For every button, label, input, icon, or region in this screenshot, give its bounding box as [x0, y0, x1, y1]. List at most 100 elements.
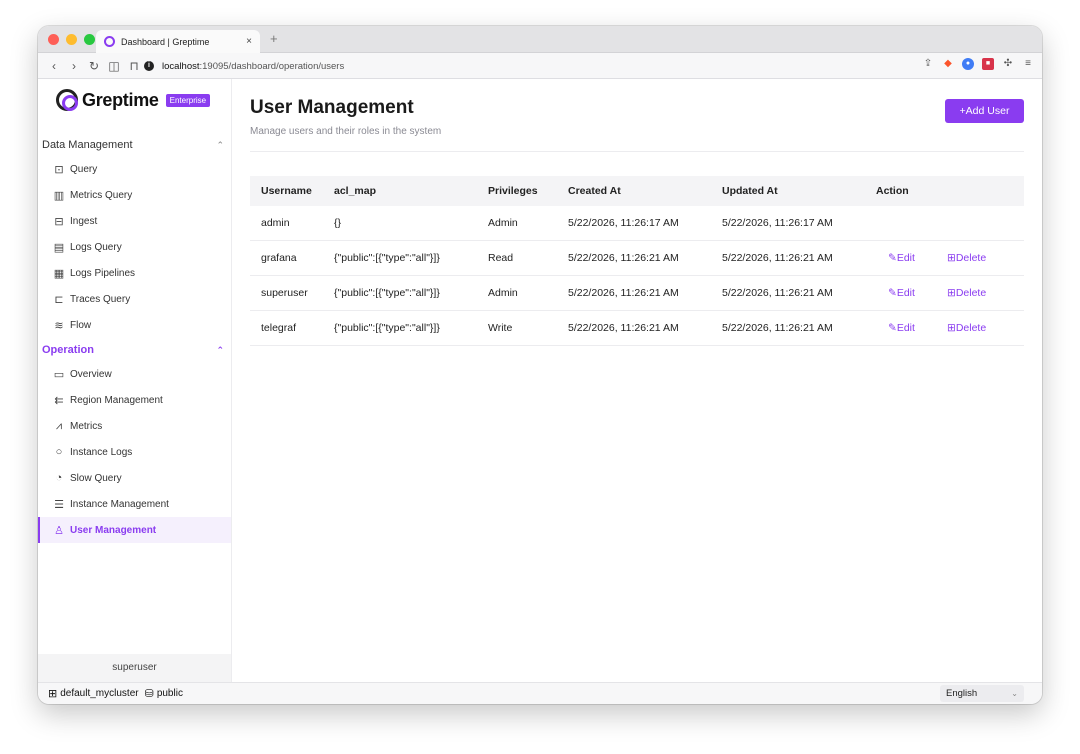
greptime-logo[interactable]: Greptime Enterprise: [56, 89, 211, 111]
sidebar: Greptime Enterprise Data Management ⌃ ⊡ …: [38, 79, 232, 682]
search-icon: ○: [55, 446, 63, 458]
tab-close-icon[interactable]: ×: [246, 36, 252, 47]
cell-action: ✎Edit ⊞Delete: [876, 322, 1024, 334]
cell-acl-map: {"public":[{"type":"all"}]}: [334, 252, 440, 264]
sidebar-item-label: User Management: [70, 524, 157, 536]
cell-privileges: Read: [488, 252, 514, 264]
sidebar-item-label: Instance Logs: [70, 446, 133, 458]
greptime-logo-icon: [56, 89, 78, 111]
window-controls: [48, 34, 95, 45]
query-icon: ⊡: [54, 163, 64, 176]
server-icon: ☰: [54, 498, 64, 511]
chevron-down-icon: ⌄: [1011, 689, 1018, 698]
delete-button[interactable]: ⊞Delete: [947, 252, 986, 264]
cell-username: superuser: [261, 287, 308, 299]
cell-acl-map: {"public":[{"type":"all"}]}: [334, 287, 440, 299]
url-path: :19095/dashboard/operation/users: [199, 60, 345, 72]
section-data-management[interactable]: Data Management ⌃: [42, 135, 228, 155]
add-user-button[interactable]: +Add User: [945, 99, 1024, 123]
sidebar-item-label: Ingest: [70, 215, 98, 227]
sidebar-item-label: Logs Query: [70, 241, 122, 253]
metrics-query-icon: ▥: [53, 189, 65, 202]
section-operation[interactable]: Operation ⌃: [42, 340, 228, 360]
cluster-selector[interactable]: ⊞ default_mycluster: [48, 687, 139, 700]
cell-username: admin: [261, 217, 290, 229]
cell-acl-map: {"public":[{"type":"all"}]}: [334, 322, 440, 334]
main-content: User Management Manage users and their r…: [250, 79, 1026, 682]
current-user[interactable]: superuser: [38, 654, 231, 682]
delete-button[interactable]: ⊞Delete: [947, 322, 986, 334]
user-icon: ♙: [54, 524, 64, 537]
sidebar-item-query[interactable]: ⊡ Query: [38, 156, 231, 182]
sidebar-item-instance-logs[interactable]: ○ Instance Logs: [38, 439, 231, 465]
edit-button[interactable]: ✎Edit: [888, 322, 946, 334]
toolbar-actions: ⇪ ◆ ● ■ ✣ ≡: [922, 58, 1034, 70]
cell-updated-at: 5/22/2026, 11:26:21 AM: [722, 322, 833, 334]
trash-icon: ⊞: [947, 287, 956, 299]
close-window-button[interactable]: [48, 34, 59, 45]
sidebar-item-label: Region Management: [70, 394, 163, 406]
minimize-window-button[interactable]: [66, 34, 77, 45]
forward-icon[interactable]: ›: [66, 59, 82, 73]
sidebar-item-user-management[interactable]: ♙ User Management: [38, 517, 231, 543]
share-icon[interactable]: ⇪: [922, 58, 934, 70]
extension-password-icon[interactable]: ●: [962, 58, 974, 70]
edit-button[interactable]: ✎Edit: [888, 252, 946, 264]
cell-privileges: Admin: [488, 287, 518, 299]
edit-button[interactable]: ✎Edit: [888, 287, 946, 299]
language-select[interactable]: English ⌄: [940, 685, 1024, 702]
sidebar-item-label: Logs Pipelines: [70, 267, 136, 279]
sidebar-item-label: Query: [70, 163, 98, 175]
sidebar-item-metrics-query[interactable]: ▥ Metrics Query: [38, 182, 231, 208]
menu-icon[interactable]: ≡: [1022, 58, 1034, 70]
cell-action: ✎Edit ⊞Delete: [876, 252, 1024, 264]
address-bar[interactable]: i localhost:19095/dashboard/operation/us…: [144, 57, 914, 75]
sidebar-item-traces-query[interactable]: ⊏ Traces Query: [38, 286, 231, 312]
sidebar-item-logs-pipelines[interactable]: ▦ Logs Pipelines: [38, 260, 231, 286]
maximize-window-button[interactable]: [84, 34, 95, 45]
sidebar-item-label: Instance Management: [70, 498, 169, 510]
back-icon[interactable]: ‹: [46, 59, 62, 73]
browser-tab[interactable]: Dashboard | Greptime ×: [96, 30, 260, 53]
cell-updated-at: 5/22/2026, 11:26:21 AM: [722, 252, 833, 264]
sidebar-item-region-management[interactable]: ⇇ Region Management: [38, 387, 231, 413]
table-row: superuser {"public":[{"type":"all"}]} Ad…: [250, 276, 1024, 311]
sidebar-item-ingest[interactable]: ⊟ Ingest: [38, 208, 231, 234]
brave-shield-icon[interactable]: ◆: [942, 58, 954, 70]
browser-window: Dashboard | Greptime × + ‹ › ↻ ◫ ⊓ i loc…: [38, 26, 1042, 704]
column-header-created-at: Created At: [568, 185, 621, 197]
delete-button[interactable]: ⊞Delete: [947, 287, 986, 299]
sidebar-item-instance-management[interactable]: ☰ Instance Management: [38, 491, 231, 517]
page-subtitle: Manage users and their roles in the syst…: [250, 126, 442, 137]
sidebar-item-slow-query[interactable]: ◔ Slow Query: [38, 465, 231, 491]
logs-query-icon: ▤: [53, 241, 65, 254]
sidebar-item-metrics[interactable]: ⩘ Metrics: [38, 413, 231, 439]
cell-updated-at: 5/22/2026, 11:26:21 AM: [722, 287, 833, 299]
cluster-name: default_mycluster: [60, 688, 139, 699]
sidebar-item-overview[interactable]: ▭ Overview: [38, 361, 231, 387]
pipelines-icon: ▦: [53, 267, 65, 280]
new-tab-button[interactable]: +: [270, 31, 278, 46]
table-header: Username acl_map Privileges Created At U…: [250, 176, 1024, 206]
chevron-up-icon: ⌃: [216, 139, 224, 150]
extensions-puzzle-icon[interactable]: ✣: [1002, 58, 1014, 70]
site-info-icon[interactable]: i: [144, 61, 154, 71]
section-label: Operation: [42, 344, 94, 356]
monitor-icon: ▭: [53, 368, 65, 381]
reload-icon[interactable]: ↻: [86, 59, 102, 73]
bookmark-icon[interactable]: ⊓: [126, 59, 142, 73]
section-label: Data Management: [42, 139, 133, 151]
database-icon: ⛁: [144, 688, 154, 700]
sidebar-item-flow[interactable]: ≋ Flow: [38, 312, 231, 338]
sidebar-toggle-icon[interactable]: ◫: [106, 59, 122, 73]
database-selector[interactable]: ⛁ public: [145, 687, 183, 700]
extension-translate-icon[interactable]: ■: [982, 58, 994, 70]
sidebar-item-logs-query[interactable]: ▤ Logs Query: [38, 234, 231, 260]
cell-privileges: Admin: [488, 217, 518, 229]
column-header-action: Action: [876, 185, 909, 197]
edit-icon: ✎: [888, 252, 897, 264]
cell-privileges: Write: [488, 322, 513, 334]
traces-icon: ⊏: [54, 293, 64, 306]
flow-icon: ≋: [54, 319, 64, 332]
users-table: Username acl_map Privileges Created At U…: [250, 176, 1024, 346]
